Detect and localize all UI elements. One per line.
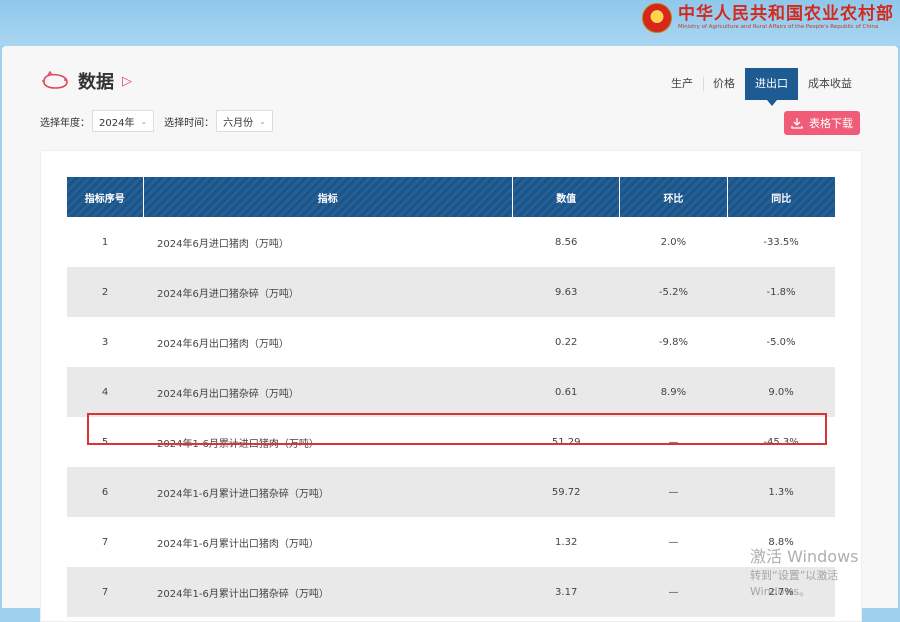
header-yoy: 同比 [726,177,835,217]
cell-yoy: -33.5% [763,236,799,248]
download-table-button[interactable]: 表格下载 [784,111,860,135]
cell-mom: — [619,567,728,617]
cell-indicator: 2024年1-6月累计进口猪杂碎（万吨） [143,467,513,517]
cell-mom: — [619,467,728,517]
cell-yoy: 9.0% [727,367,835,417]
table-row: 7 2024年1-6月累计出口猪杂碎（万吨） 3.17 — 2.7% [67,567,835,617]
cell-indicator: 2024年6月进口猪肉（万吨） [157,238,289,250]
page-title: 数据 [78,72,114,93]
cell-yoy: 1.3% [727,467,835,517]
ministry-name: 中华人民共和国农业农村部 Ministry of Agriculture and… [678,5,894,31]
cell-indicator: 2024年6月进口猪杂碎（万吨） [143,267,513,317]
header-value: 数值 [512,177,620,217]
download-icon [791,118,803,129]
cell-value: 1.32 [555,536,578,548]
cell-mom: — [668,436,679,448]
table-header-row: 指标序号 指标 数值 环比 同比 [67,177,835,217]
cell-index: 7 [67,567,144,617]
cell-mom: -9.8% [658,336,688,348]
cell-indicator: 2024年1-6月累计进口猪肉（万吨） [157,438,319,450]
time-select[interactable]: 六月份 ⌄ [216,110,273,132]
national-emblem-icon [642,3,672,33]
download-label: 表格下载 [809,117,853,130]
category-tabs: 生产 价格 进出口 成本收益 [661,68,862,106]
cell-index: 2 [67,267,144,317]
year-label: 选择年度： [40,117,90,129]
title-arrow-icon: ▷ [122,73,132,89]
tab-cost-benefit[interactable]: 成本收益 [798,68,862,100]
table-row: 3 2024年6月出口猪肉（万吨） 0.22 -9.8% -5.0% [67,317,835,367]
cell-index: 1 [101,236,109,248]
ministry-name-cn: 中华人民共和国农业农村部 [678,4,894,24]
top-banner: 中华人民共和国农业农村部 Ministry of Agriculture and… [0,0,900,46]
time-value: 六月份 [223,117,254,129]
year-value: 2024年 [99,117,135,129]
ministry-name-en: Ministry of Agriculture and Rural Affair… [678,24,879,30]
cell-index: 6 [67,467,144,517]
ministry-logo[interactable]: 中华人民共和国农业农村部 Ministry of Agriculture and… [642,3,894,33]
pig-icon [42,71,68,89]
chevron-down-icon: ⌄ [140,116,148,126]
watermark-subtitle: 转到“设置”以激活 Windows。 [750,569,839,598]
table-row: 2 2024年6月进口猪杂碎（万吨） 9.63 -5.2% -1.8% [67,267,835,317]
tab-price[interactable]: 价格 [703,68,745,100]
cell-index: 7 [101,536,109,548]
cell-indicator: 2024年1-6月累计出口猪杂碎（万吨） [143,567,513,617]
data-card: 指标序号 指标 数值 环比 同比 1 2024年6月进口猪肉（万吨） 8.56 … [40,150,862,622]
table-row: 6 2024年1-6月累计进口猪杂碎（万吨） 59.72 — 1.3% [67,467,835,517]
chevron-down-icon: ⌄ [259,116,266,126]
cell-index: 5 [101,436,109,448]
cell-mom: 8.9% [619,367,728,417]
page-header: 数据 ▷ [40,68,132,94]
cell-mom: — [668,536,679,548]
cell-indicator: 2024年6月出口猪肉（万吨） [157,338,289,350]
header-indicator: 指标 [142,177,513,217]
cell-mom: 2.0% [660,236,687,248]
header-index: 指标序号 [67,177,144,217]
tab-import-export[interactable]: 进出口 [745,68,798,106]
cell-indicator: 2024年6月出口猪杂碎（万吨） [143,367,513,417]
windows-activation-watermark: 激活 Windows 转到“设置”以激活 Windows。 [750,543,900,599]
cell-value: 3.17 [512,567,620,617]
data-table: 指标序号 指标 数值 环比 同比 1 2024年6月进口猪肉（万吨） 8.56 … [67,177,835,617]
header-mom: 环比 [619,177,728,217]
table-row: 4 2024年6月出口猪杂碎（万吨） 0.61 8.9% 9.0% [67,367,835,417]
cell-yoy: -5.0% [766,336,796,348]
main-panel: 数据 ▷ 生产 价格 进出口 成本收益 选择年度： 2024年 ⌄ 选择时间： … [2,46,898,622]
cell-index: 4 [67,367,144,417]
cell-index: 3 [101,336,109,348]
table-row: 1 2024年6月进口猪肉（万吨） 8.56 2.0% -33.5% [67,217,835,267]
time-label: 选择时间： [164,117,215,129]
tab-production[interactable]: 生产 [661,68,703,100]
cell-indicator: 2024年1-6月累计出口猪肉（万吨） [157,538,319,550]
cell-yoy: -45.3% [763,436,799,448]
cell-value: 9.63 [512,267,620,317]
cell-value: 51.29 [551,436,581,448]
cell-mom: -5.2% [619,267,728,317]
cell-value: 0.61 [512,367,620,417]
year-select[interactable]: 2024年 ⌄ [92,110,155,132]
cell-value: 59.72 [512,467,620,517]
cell-value: 8.56 [555,236,578,248]
cell-value: 0.22 [555,336,578,348]
filter-bar: 选择年度： 2024年 ⌄ 选择时间： 六月份 ⌄ [40,110,283,132]
table-row: 7 2024年1-6月累计出口猪肉（万吨） 1.32 — 8.8% [67,517,835,567]
watermark-title: 激活 Windows [750,547,859,566]
cell-yoy: -1.8% [727,267,835,317]
table-row: 5 2024年1-6月累计进口猪肉（万吨） 51.29 — -45.3% [67,417,835,467]
